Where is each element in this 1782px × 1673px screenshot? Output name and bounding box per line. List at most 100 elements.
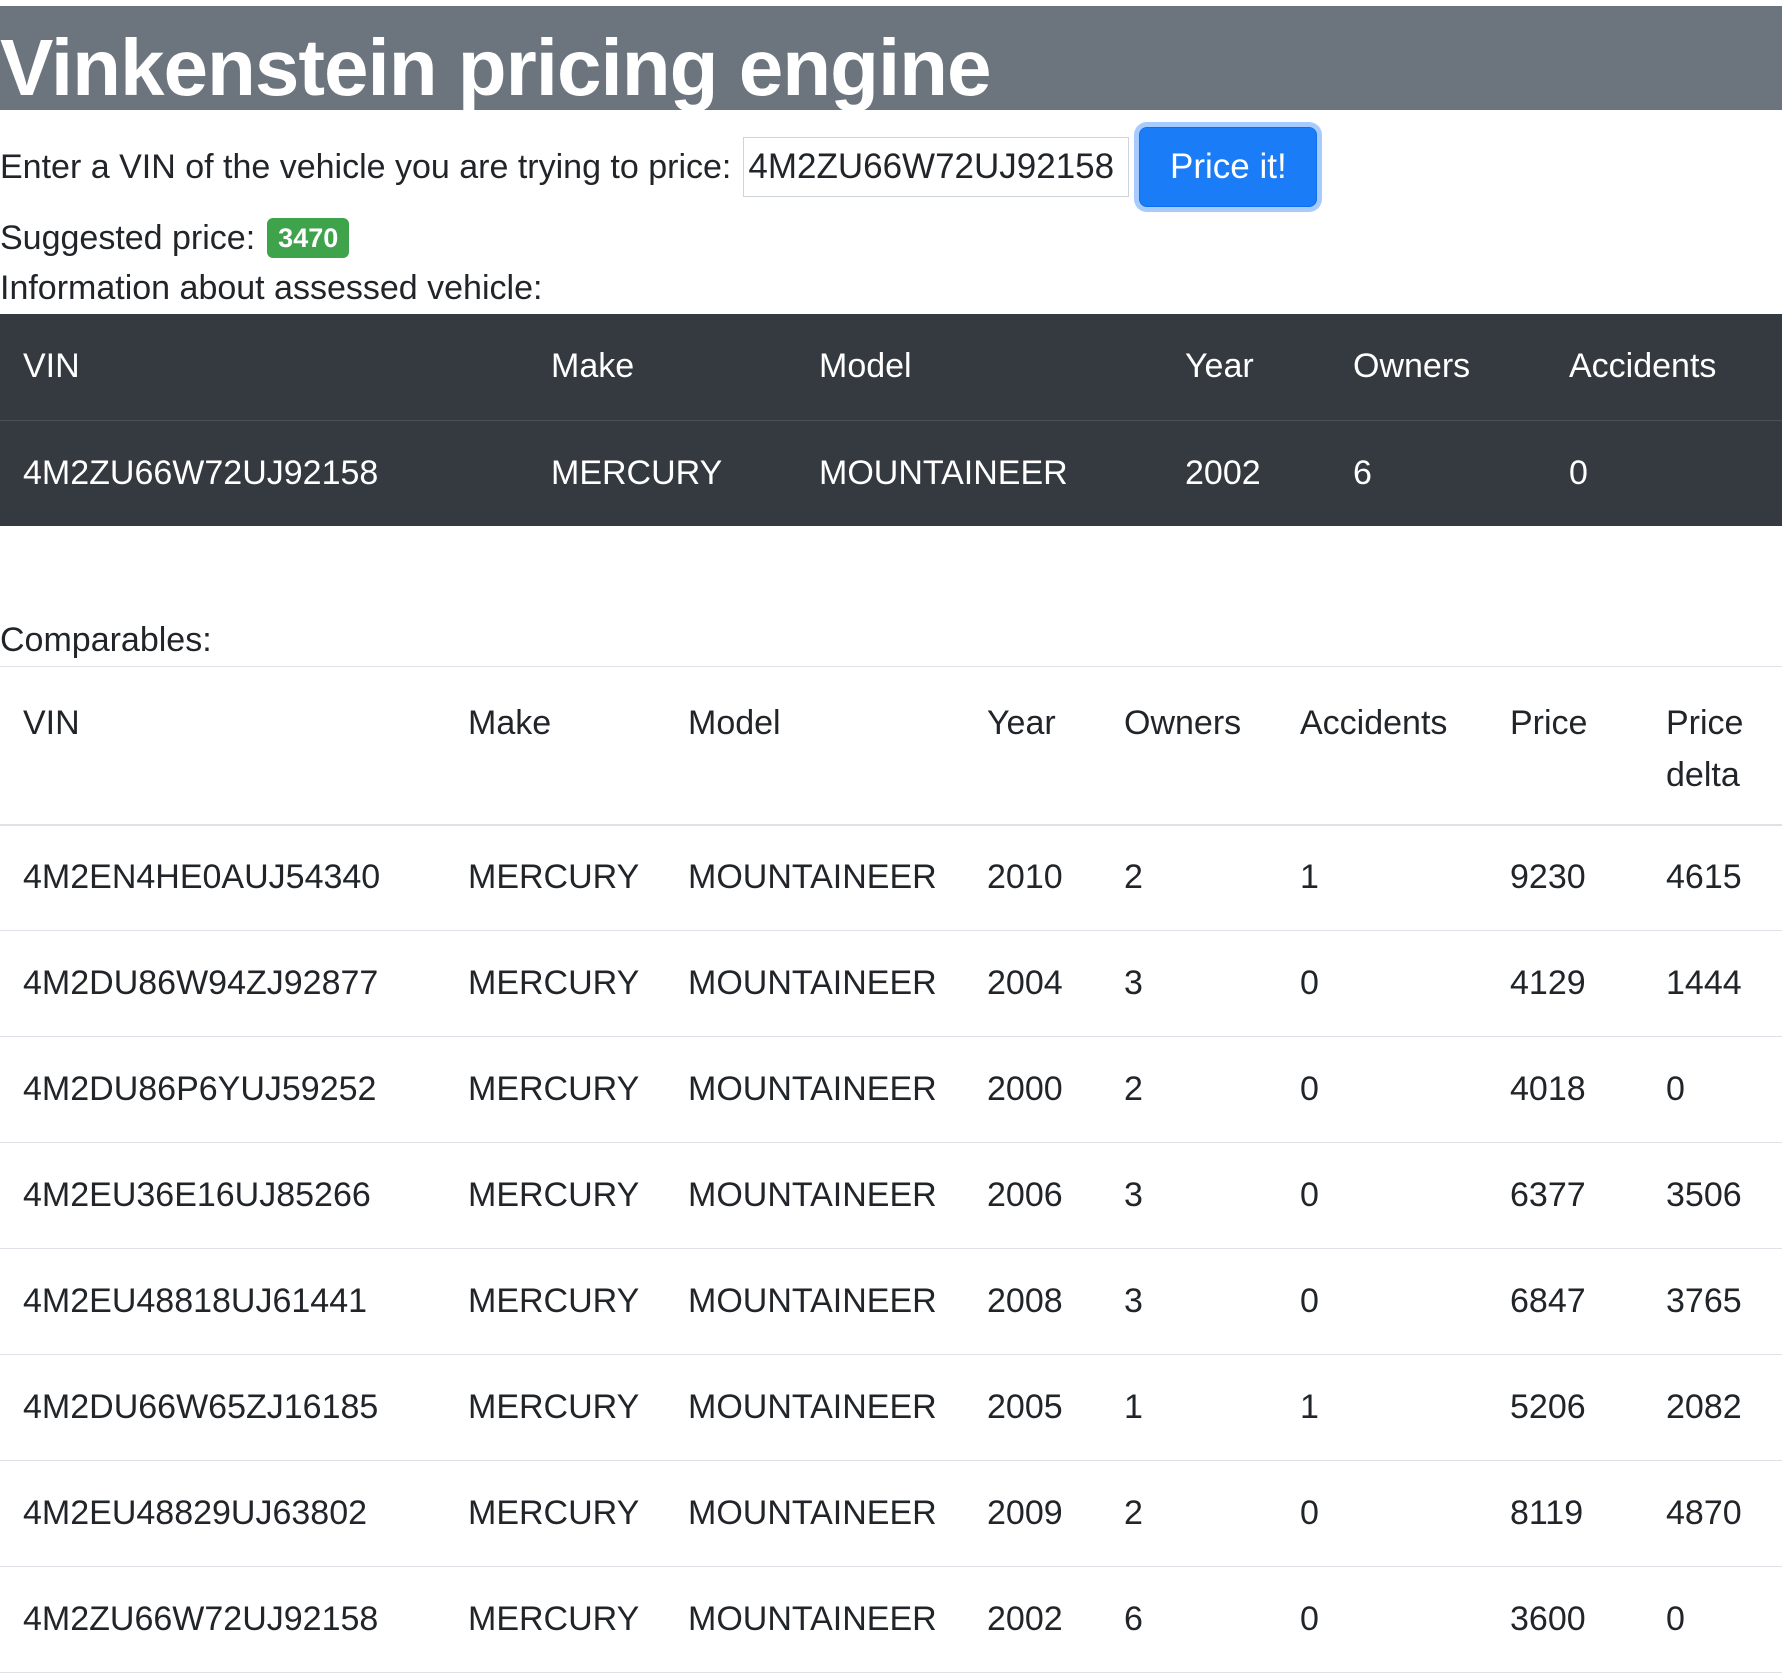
assessed-vehicle-label: Information about assessed vehicle: [0, 269, 543, 307]
cell-vin: 4M2DU66W65ZJ16185 [23, 1388, 379, 1426]
cell-price-delta: 0 [1666, 1600, 1685, 1638]
cell-year: 2010 [987, 858, 1063, 897]
cell-vin: 4M2EU36E16UJ85266 [23, 1176, 371, 1214]
cell-make: MERCURY [468, 1070, 640, 1108]
column-header-vin: VIN [23, 347, 80, 386]
comparables-label: Comparables: [0, 621, 212, 659]
cell-price: 4129 [1510, 964, 1586, 1002]
vin-label: Enter a VIN of the vehicle you are tryin… [0, 147, 732, 186]
table-row: 4M2EU36E16UJ85266 MERCURY MOUNTAINEER 20… [0, 1143, 1782, 1249]
cell-price: 3600 [1510, 1600, 1586, 1638]
column-header-model: Model [819, 347, 912, 386]
cell-make: MERCURY [468, 1176, 640, 1214]
suggested-price-badge: 3470 [267, 218, 350, 258]
cell-owners: 2 [1124, 1494, 1143, 1532]
table-row: 4M2ZU66W72UJ92158 MERCURY MOUNTAINEER 20… [0, 420, 1782, 526]
cell-year: 2002 [1185, 453, 1261, 492]
cell-accidents: 1 [1300, 1388, 1319, 1426]
vin-form: Enter a VIN of the vehicle you are tryin… [0, 122, 1318, 212]
cell-vin: 4M2ZU66W72UJ92158 [23, 1600, 379, 1638]
cell-owners: 3 [1124, 1282, 1143, 1320]
cell-model: MOUNTAINEER [819, 453, 1068, 492]
cell-year: 2004 [987, 964, 1063, 1002]
suggested-price: Suggested price: 3470 [0, 214, 350, 262]
cell-owners: 6 [1353, 453, 1372, 492]
cell-year: 2002 [987, 1600, 1063, 1638]
cell-make: MERCURY [468, 1494, 640, 1532]
cell-accidents: 0 [1300, 964, 1319, 1002]
column-header-price-delta: Price delta [1666, 704, 1744, 794]
cell-price: 6847 [1510, 1282, 1586, 1320]
cell-price-delta: 2082 [1666, 1388, 1742, 1426]
cell-accidents: 0 [1300, 1176, 1319, 1214]
cell-owners: 2 [1124, 858, 1143, 897]
page-header: Vinkenstein pricing engine [0, 6, 1782, 112]
cell-model: MOUNTAINEER [688, 858, 937, 897]
cell-vin: 4M2ZU66W72UJ92158 [23, 453, 379, 492]
column-header-year: Year [1185, 347, 1254, 386]
assessed-vehicle-table: VIN Make Model Year Owners Accidents 4M2… [0, 314, 1782, 526]
cell-model: MOUNTAINEER [688, 1600, 937, 1638]
cell-model: MOUNTAINEER [688, 1176, 937, 1214]
column-header-owners: Owners [1353, 347, 1471, 386]
column-header-make: Make [468, 704, 552, 742]
cell-make: MERCURY [468, 1388, 640, 1426]
page-title: Vinkenstein pricing engine [0, 23, 992, 112]
column-header-make: Make [551, 347, 635, 386]
cell-accidents: 0 [1300, 1282, 1319, 1320]
cell-owners: 2 [1124, 1070, 1143, 1108]
cell-model: MOUNTAINEER [688, 1282, 937, 1320]
cell-price-delta: 3506 [1666, 1176, 1742, 1214]
cell-price-delta: 4615 [1666, 858, 1742, 897]
cell-accidents: 0 [1569, 453, 1588, 492]
cell-vin: 4M2EU48829UJ63802 [23, 1494, 368, 1532]
cell-accidents: 1 [1300, 858, 1319, 897]
table-row: 4M2ZU66W72UJ92158 MERCURY MOUNTAINEER 20… [0, 1567, 1782, 1673]
table-header-row: VIN Make Model Year Owners Accidents [0, 314, 1782, 420]
table-row: 4M2EU48818UJ61441 MERCURY MOUNTAINEER 20… [0, 1249, 1782, 1355]
cell-accidents: 0 [1300, 1494, 1319, 1532]
cell-accidents: 0 [1300, 1070, 1319, 1108]
cell-price: 9230 [1510, 858, 1586, 897]
cell-price-delta: 3765 [1666, 1282, 1742, 1320]
cell-price-delta: 0 [1666, 1070, 1685, 1108]
cell-owners: 3 [1124, 964, 1143, 1002]
table-row: 4M2EU48829UJ63802 MERCURY MOUNTAINEER 20… [0, 1461, 1782, 1567]
table-row: 4M2EN4HE0AUJ54340 MERCURY MOUNTAINEER 20… [0, 825, 1782, 931]
cell-model: MOUNTAINEER [688, 964, 937, 1002]
cell-make: MERCURY [468, 964, 640, 1002]
price-it-button[interactable]: Price it! [1139, 127, 1318, 207]
cell-model: MOUNTAINEER [688, 1388, 937, 1426]
cell-make: MERCURY [551, 453, 723, 492]
cell-owners: 1 [1124, 1388, 1143, 1426]
cell-year: 2008 [987, 1282, 1063, 1320]
comparables-table: VIN Make Model Year Owners Accidents Pri… [0, 666, 1782, 1673]
cell-owners: 6 [1124, 1600, 1143, 1638]
cell-model: MOUNTAINEER [688, 1494, 937, 1532]
column-header-year: Year [987, 704, 1056, 742]
table-row: 4M2DU66W65ZJ16185 MERCURY MOUNTAINEER 20… [0, 1355, 1782, 1461]
table-row: 4M2DU86P6YUJ59252 MERCURY MOUNTAINEER 20… [0, 1037, 1782, 1143]
cell-make: MERCURY [468, 1600, 640, 1638]
cell-price: 5206 [1510, 1388, 1586, 1426]
column-header-accidents: Accidents [1569, 347, 1717, 386]
cell-year: 2009 [987, 1494, 1063, 1532]
cell-price-delta: 4870 [1666, 1494, 1742, 1532]
column-header-owners: Owners [1124, 704, 1242, 742]
cell-vin: 4M2EU48818UJ61441 [23, 1282, 368, 1320]
cell-year: 2000 [987, 1070, 1063, 1108]
table-header-row: VIN Make Model Year Owners Accidents Pri… [0, 667, 1782, 825]
cell-vin: 4M2EN4HE0AUJ54340 [23, 858, 381, 897]
cell-year: 2005 [987, 1388, 1063, 1426]
vin-input[interactable] [743, 137, 1130, 197]
cell-price: 6377 [1510, 1176, 1586, 1214]
cell-vin: 4M2DU86W94ZJ92877 [23, 964, 379, 1002]
column-header-model: Model [688, 704, 781, 742]
cell-price: 8119 [1510, 1494, 1584, 1532]
cell-accidents: 0 [1300, 1600, 1319, 1638]
column-header-price: Price [1510, 704, 1588, 742]
table-row: 4M2DU86W94ZJ92877 MERCURY MOUNTAINEER 20… [0, 931, 1782, 1037]
cell-model: MOUNTAINEER [688, 1070, 937, 1108]
cell-owners: 3 [1124, 1176, 1143, 1214]
cell-vin: 4M2DU86P6YUJ59252 [23, 1070, 377, 1108]
